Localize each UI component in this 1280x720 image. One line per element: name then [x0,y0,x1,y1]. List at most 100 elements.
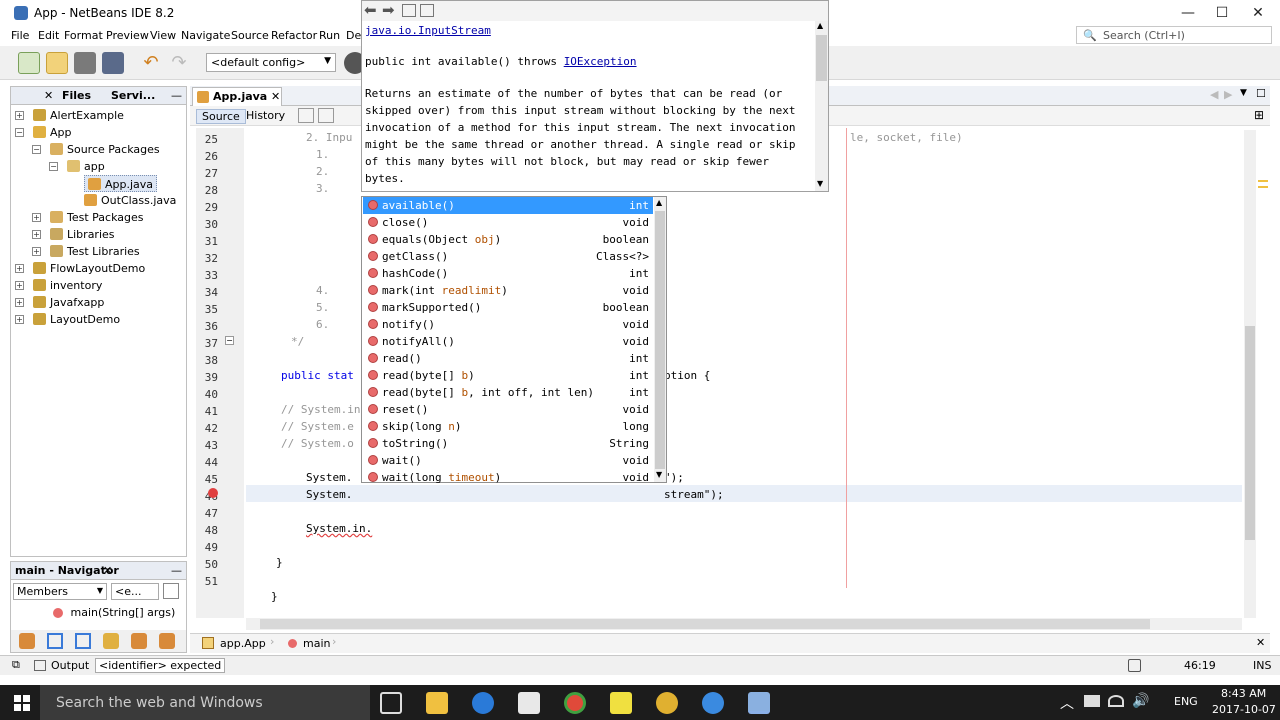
menu-format[interactable]: Format [64,29,103,42]
edge-icon[interactable] [472,692,494,714]
ccleaner-icon[interactable] [702,692,724,714]
menu-run[interactable]: Run [319,29,340,42]
minimize-navigator-icon[interactable]: — [171,564,182,577]
menu-debug[interactable]: De [346,29,361,42]
completion-item[interactable]: notify() void [363,316,653,333]
javadoc-scrollbar[interactable]: ▲ ▼ [815,21,828,191]
completion-item[interactable]: wait(long timeout) void [363,469,653,486]
editor-settings-icon[interactable]: ⊞ [1254,108,1264,122]
close-panel-icon[interactable]: ✕ [44,89,53,102]
source-tab[interactable]: Source [196,109,246,124]
search-input[interactable]: 🔍 Search (Ctrl+I) [1076,26,1272,44]
editor-scrollbar[interactable] [1244,130,1256,618]
tray-volume-icon[interactable]: 🔊 [1132,693,1149,709]
expand-icon[interactable]: + [32,247,41,256]
menu-source[interactable]: Source [231,29,269,42]
open-browser-icon[interactable] [402,4,416,17]
tab-app-java[interactable]: App.java ✕ [192,87,282,106]
close-breadcrumb-icon[interactable]: ✕ [1256,636,1265,649]
filter-icon[interactable] [47,633,63,649]
undo-icon[interactable]: ↶ [140,52,162,74]
expand-icon[interactable]: + [32,213,41,222]
menu-file[interactable]: File [11,29,29,42]
collapse-icon[interactable]: − [32,145,41,154]
completion-item[interactable]: equals(Object obj) boolean [363,231,653,248]
tray-date[interactable]: 2017-10-07 [1212,703,1276,716]
completion-item[interactable]: available() int [363,197,653,214]
chrome-icon[interactable] [564,692,586,714]
notification-icon[interactable] [1128,659,1141,672]
taskbar-search[interactable]: Search the web and Windows [40,685,370,720]
completion-item[interactable]: read() int [363,350,653,367]
tray-language[interactable]: ENG [1174,695,1198,708]
save-all-icon[interactable] [102,52,124,74]
windows-start-icon[interactable] [14,695,30,711]
tree-item[interactable]: Test Libraries [50,243,140,260]
scrollbar-thumb[interactable] [1245,326,1255,540]
scroll-down-icon[interactable]: ▼ [817,179,823,188]
horizontal-scrollbar[interactable] [246,618,1242,630]
menu-navigate[interactable]: Navigate [181,29,230,42]
forward-icon[interactable] [318,108,334,123]
navigator-options-icon[interactable] [163,583,179,599]
scroll-down-icon[interactable]: ▼ [656,470,662,479]
tree-item[interactable]: FlowLayoutDemo [33,260,145,277]
restore-icon[interactable]: ⧉ [12,658,20,672]
completion-item[interactable]: reset() void [363,401,653,418]
task-view-icon[interactable] [380,692,402,714]
expand-icon[interactable]: + [15,264,24,273]
tree-item[interactable]: Test Packages [50,209,143,226]
scroll-right-icon[interactable]: ▶ [1224,88,1232,101]
tree-item[interactable]: AlertExample [33,107,124,124]
netbeans-icon[interactable] [748,692,770,714]
minimize-button[interactable]: — [1170,0,1206,26]
menu-refactor[interactable]: Refactor [271,29,317,42]
scope-filter[interactable]: <e... [111,583,159,600]
navigator-item[interactable]: main(String[] args) [53,606,175,619]
minimize-panel-icon[interactable]: — [171,89,182,102]
expand-icon[interactable]: + [15,315,24,324]
completion-item[interactable]: wait() void [363,452,653,469]
back-icon[interactable] [298,108,314,123]
player-icon[interactable] [610,692,632,714]
tree-item[interactable]: app [67,158,105,175]
filter-icon[interactable] [19,633,35,649]
close-tab-icon[interactable]: ✕ [271,90,280,103]
scroll-left-icon[interactable]: ◀ [1210,88,1218,101]
completion-item[interactable]: markSupported() boolean [363,299,653,316]
javadoc-scroll-thumb[interactable] [816,35,827,81]
open-project-icon[interactable] [74,52,96,74]
tree-item[interactable]: Javafxapp [33,294,104,311]
lock-icon[interactable] [103,633,119,649]
members-filter[interactable]: Members ▼ [13,583,107,600]
tree-item[interactable]: LayoutDemo [33,311,120,328]
completion-item[interactable]: toString() String [363,435,653,452]
maximize-editor-icon[interactable]: ☐ [1256,87,1266,100]
expand-icon[interactable]: + [15,298,24,307]
tray-wifi-icon[interactable] [1108,695,1124,707]
redo-icon[interactable]: ↷ [168,52,190,74]
back-arrow-icon[interactable]: ⬅ [364,1,377,19]
completion-item[interactable]: read(byte[] b, int off, int len) int [363,384,653,401]
tree-item[interactable]: App.java [84,175,158,192]
filter-icon[interactable] [131,633,147,649]
app-icon[interactable] [656,692,678,714]
close-navigator-icon[interactable]: ✕ [103,564,112,577]
completion-scrollbar[interactable]: ▲ ▼ [654,197,666,482]
breadcrumb-method[interactable]: main [303,637,330,650]
tree-item[interactable]: Libraries [50,226,115,243]
collapse-icon[interactable]: − [49,162,58,171]
tree-item[interactable]: OutClass.java [84,192,176,209]
config-select[interactable]: <default config> ▼ [206,53,336,72]
tab-files[interactable]: Files [62,89,91,102]
scroll-up-icon[interactable]: ▲ [656,198,662,207]
close-button[interactable]: ✕ [1240,0,1276,26]
collapse-icon[interactable]: − [15,128,24,137]
completion-item[interactable]: getClass() Class<?> [363,248,653,265]
tab-services[interactable]: Servi... [111,89,155,102]
filter-icon[interactable] [75,633,91,649]
open-source-icon[interactable] [420,4,434,17]
store-icon[interactable] [518,692,540,714]
tree-item[interactable]: Source Packages [50,141,160,158]
file-explorer-icon[interactable] [426,692,448,714]
